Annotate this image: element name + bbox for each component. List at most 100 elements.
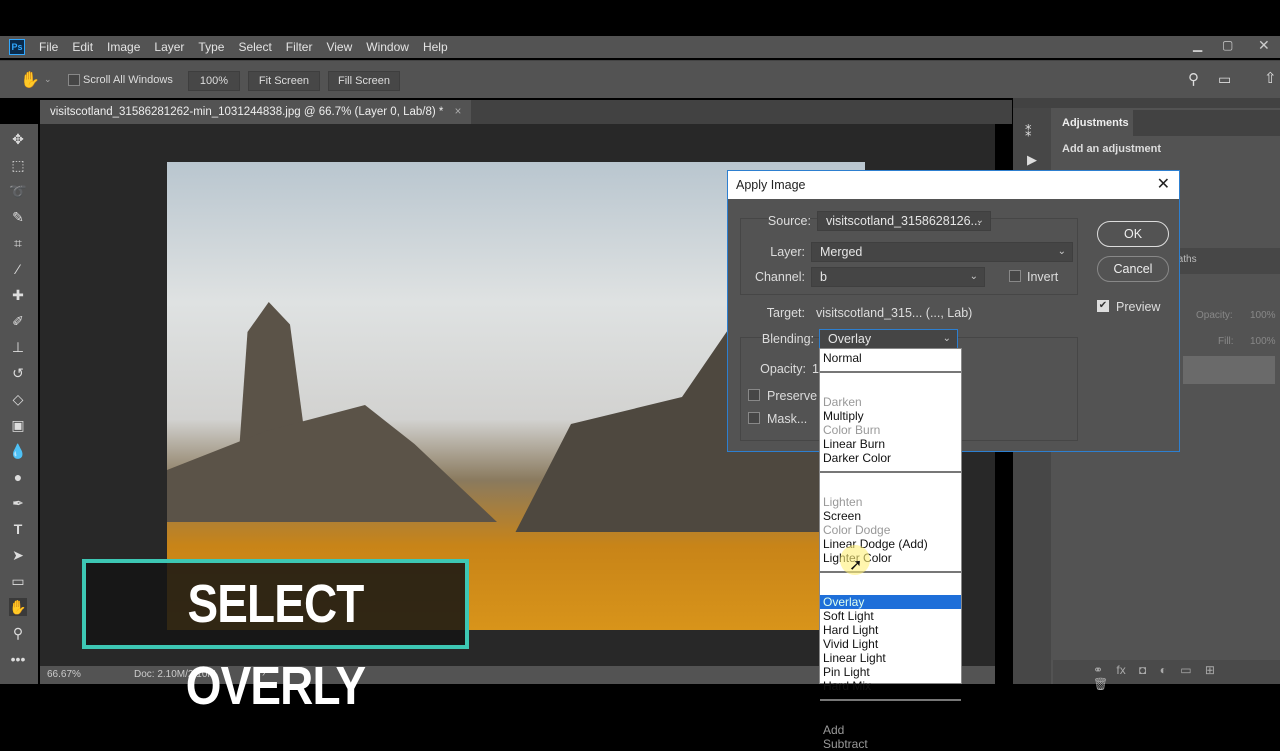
- fill-value[interactable]: 100%: [1250, 336, 1276, 347]
- opacity-value[interactable]: 100%: [1250, 310, 1276, 321]
- history-brush-icon[interactable]: ↺: [9, 364, 27, 382]
- layers-footer-icons[interactable]: ⚭ fx ◘ ◐ ▭ ⊞ 🗑: [1053, 660, 1280, 691]
- workspace-icon[interactable]: ▭: [1218, 71, 1231, 88]
- blend-option-multiply[interactable]: Multiply: [820, 409, 961, 423]
- type-tool-icon[interactable]: T: [9, 520, 27, 538]
- fill-screen-button[interactable]: Fill Screen: [328, 71, 400, 91]
- invert-checkbox[interactable]: [1009, 270, 1021, 282]
- blend-option-color-dodge: Color Dodge: [823, 523, 891, 537]
- caption-text: SELECT OVERLY: [185, 574, 366, 716]
- opacity-label: Opacity:: [1196, 310, 1233, 321]
- blend-option-hard-light[interactable]: Hard Light: [820, 623, 961, 637]
- menu-filter[interactable]: Filter: [286, 40, 313, 54]
- blend-option-normal[interactable]: Normal: [820, 351, 961, 365]
- blending-dropdown-list: Normal Darken Multiply Color Burn Linear Bur…: [819, 348, 962, 751]
- lasso-tool-icon[interactable]: ➰: [9, 182, 27, 200]
- target-value: visitscotland_315... (..., Lab): [816, 306, 973, 320]
- target-label: Target:: [766, 306, 805, 320]
- menu-window[interactable]: Window: [366, 40, 409, 54]
- move-tool-icon[interactable]: ✥: [9, 130, 27, 148]
- document-tab-bar: visitscotland_31586281262-min_1031244838…: [40, 100, 1012, 124]
- tab-adjustments[interactable]: Adjustments: [1053, 110, 1133, 136]
- minimize-button[interactable]: ▁: [1193, 38, 1202, 52]
- crop-tool-icon[interactable]: ⌗: [9, 234, 27, 252]
- more-tools-icon[interactable]: •••: [9, 650, 27, 668]
- actions-play-icon[interactable]: ▶: [1027, 152, 1037, 168]
- menu-select[interactable]: Select: [238, 40, 271, 54]
- caption-overlay: SELECT OVERLY: [82, 559, 469, 716]
- blend-option-pin-light[interactable]: Pin Light: [820, 665, 961, 679]
- fit-screen-button[interactable]: Fit Screen: [248, 71, 320, 91]
- close-tab-icon[interactable]: ×: [455, 106, 462, 118]
- hand-tool-icon[interactable]: ✋: [9, 598, 27, 616]
- blend-option-soft-light[interactable]: Soft Light: [820, 609, 961, 623]
- menu-help[interactable]: Help: [423, 40, 448, 54]
- preview-checkbox[interactable]: ✔: [1097, 300, 1109, 312]
- gradient-tool-icon[interactable]: ▣: [9, 416, 27, 434]
- layer-row[interactable]: [1183, 356, 1275, 384]
- quick-select-tool-icon[interactable]: ✎: [9, 208, 27, 226]
- chevron-down-icon[interactable]: ⌄: [44, 74, 52, 85]
- blend-option-vivid-light[interactable]: Vivid Light: [820, 637, 961, 651]
- pointer-cursor-icon: ➚: [849, 557, 863, 574]
- opacity-label: Opacity:: [760, 362, 806, 376]
- blend-option-linear-dodge-add[interactable]: Linear Dodge (Add): [820, 537, 961, 551]
- brush-tool-icon[interactable]: ✐: [9, 312, 27, 330]
- stamp-tool-icon[interactable]: ⊥: [9, 338, 27, 356]
- ok-button[interactable]: OK: [1097, 221, 1169, 247]
- pen-tool-icon[interactable]: ✒: [9, 494, 27, 512]
- layer-label: Layer:: [770, 245, 805, 259]
- blending-select[interactable]: Overlay ⌄: [819, 329, 958, 349]
- zoom-tool-icon[interactable]: ⚲: [9, 624, 27, 642]
- blend-option-linear-light[interactable]: Linear Light: [820, 651, 961, 665]
- blend-option-subtract: Subtract: [823, 737, 868, 751]
- blend-option-add: Add: [823, 723, 845, 737]
- mask-checkbox[interactable]: [748, 412, 760, 424]
- zoom-100-button[interactable]: 100%: [188, 71, 240, 91]
- share-icon[interactable]: ⇧: [1264, 69, 1277, 87]
- menu-type[interactable]: Type: [198, 40, 224, 54]
- search-icon[interactable]: ⚲: [1188, 70, 1199, 88]
- blend-option-screen[interactable]: Screen: [820, 509, 961, 523]
- history-icon[interactable]: ⁑: [1025, 124, 1032, 140]
- options-bar: ✋ ⌄ Scroll All Windows 100% Fit Screen F…: [0, 60, 1280, 98]
- blend-option-darker-color[interactable]: Darker Color: [820, 451, 961, 465]
- healing-brush-icon[interactable]: ✚: [9, 286, 27, 304]
- rectangle-tool-icon[interactable]: ▭: [9, 572, 27, 590]
- blend-option-hard-mix[interactable]: Hard Mix: [820, 679, 961, 693]
- preserve-transparency-checkbox[interactable]: [748, 389, 760, 401]
- hand-tool-icon[interactable]: ✋: [20, 70, 40, 90]
- document-tab-title: visitscotland_31586281262-min_1031244838…: [50, 106, 444, 118]
- close-window-button[interactable]: ✕: [1258, 37, 1270, 54]
- maximize-button[interactable]: ▢: [1222, 38, 1233, 52]
- path-select-icon[interactable]: ➤: [9, 546, 27, 564]
- dodge-tool-icon[interactable]: ●: [9, 468, 27, 486]
- opacity-input[interactable]: 1: [812, 362, 819, 376]
- source-label: Source:: [767, 214, 811, 228]
- menu-separator: [820, 471, 961, 473]
- channel-select[interactable]: b ⌄: [811, 267, 985, 287]
- menu-image[interactable]: Image: [107, 40, 140, 54]
- menu-layer[interactable]: Layer: [154, 40, 184, 54]
- eyedropper-tool-icon[interactable]: ⁄: [9, 260, 27, 278]
- cancel-button[interactable]: Cancel: [1097, 256, 1169, 282]
- scroll-all-checkbox[interactable]: [68, 74, 80, 86]
- mask-label: Mask...: [767, 412, 808, 426]
- blend-option-overlay[interactable]: Overlay: [820, 595, 961, 609]
- eraser-tool-icon[interactable]: ◇: [9, 390, 27, 408]
- close-icon[interactable]: ✕: [1157, 171, 1170, 199]
- blur-tool-icon[interactable]: 💧: [9, 442, 27, 460]
- menu-view[interactable]: View: [326, 40, 352, 54]
- scroll-all-label: Scroll All Windows: [83, 74, 173, 86]
- menu-edit[interactable]: Edit: [72, 40, 93, 54]
- document-tab[interactable]: visitscotland_31586281262-min_1031244838…: [40, 100, 472, 124]
- invert-label: Invert: [1027, 270, 1059, 284]
- channel-label: Channel:: [754, 270, 805, 284]
- zoom-level[interactable]: 66.67%: [47, 669, 81, 680]
- layer-select[interactable]: Merged ⌄: [811, 242, 1073, 262]
- marquee-tool-icon[interactable]: ⬚: [9, 156, 27, 174]
- source-select[interactable]: visitscotland_3158628126... ⌄: [817, 211, 991, 231]
- blend-option-linear-burn[interactable]: Linear Burn: [820, 437, 961, 451]
- photoshop-logo: Ps: [9, 39, 25, 55]
- menu-file[interactable]: File: [39, 40, 58, 54]
